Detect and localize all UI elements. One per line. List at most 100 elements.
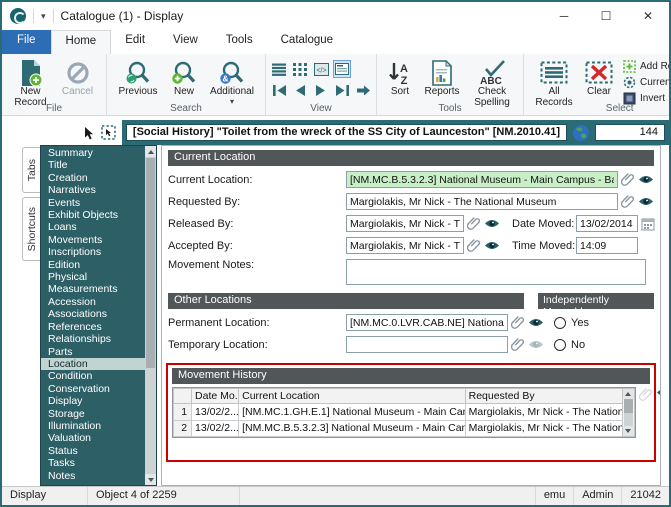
view-attachment-eye-icon[interactable] (528, 317, 544, 328)
additional-search-button[interactable]: & Additional ▾ (204, 57, 260, 106)
time-moved-field[interactable] (576, 237, 638, 254)
date-moved-field[interactable] (576, 215, 638, 232)
sidebar-item-relationships[interactable]: Relationships (41, 333, 145, 345)
moveable-yes-option[interactable]: Yes (544, 316, 654, 329)
cell-requested-by[interactable]: Margiolakis, Mr Nick - The National M... (464, 403, 623, 421)
sidebar-item-illumination[interactable]: Illumination (41, 420, 145, 432)
tab-view[interactable]: View (159, 30, 212, 54)
previous-search-button[interactable]: Previous (112, 57, 164, 98)
new-search-button[interactable]: New (164, 57, 204, 98)
last-record-icon[interactable] (334, 82, 350, 98)
view-attachment-eye-icon[interactable] (656, 387, 660, 398)
scroll-up-icon[interactable] (145, 146, 156, 157)
grid-view-icon[interactable] (292, 61, 308, 77)
view-attachment-eye-icon[interactable] (484, 218, 500, 229)
sidebar-item-edition[interactable]: Edition (41, 259, 145, 271)
table-row[interactable]: 1 13/02/2... [NM.MC.1.GH.E.1] National M… (172, 403, 635, 421)
list-view-icon[interactable] (271, 61, 287, 77)
attachment-icon[interactable] (467, 238, 481, 253)
previous-record-icon[interactable] (292, 82, 308, 98)
attachment-icon[interactable] (467, 216, 481, 231)
vertical-tab-tabs[interactable]: Tabs (22, 147, 40, 193)
view-attachment-eye-icon[interactable] (638, 196, 654, 207)
new-record-button[interactable]: New Record (7, 57, 54, 109)
view-attachment-eye-icon[interactable] (638, 174, 654, 185)
select-mode-icon[interactable] (101, 125, 116, 140)
sidebar-item-parts[interactable]: Parts (41, 346, 145, 358)
sidebar-item-events[interactable]: Events (41, 197, 145, 209)
tab-edit[interactable]: Edit (111, 30, 159, 54)
first-record-icon[interactable] (271, 82, 287, 98)
column-header-requested-by[interactable]: Requested By (464, 387, 623, 405)
attachment-icon[interactable] (511, 337, 525, 352)
tab-file[interactable]: File (2, 30, 51, 54)
sidebar-item-accession[interactable]: Accession (41, 296, 145, 308)
column-header-date-moved[interactable]: Date Mo... (191, 387, 240, 405)
check-spelling-button[interactable]: ABC Check Spelling (466, 57, 518, 109)
sidebar-item-references[interactable]: References (41, 321, 145, 333)
attachment-icon[interactable] (511, 315, 525, 330)
movement-history-table[interactable]: Date Mo... Current Location Requested By (172, 387, 636, 438)
tab-home[interactable]: Home (50, 30, 112, 54)
sidebar-scrollbar[interactable] (145, 146, 156, 485)
sidebar-item-storage[interactable]: Storage (41, 408, 145, 420)
reports-button[interactable]: Reports (418, 57, 466, 98)
cell-date-moved[interactable]: 13/02/2... (191, 419, 240, 438)
minimize-button[interactable]: ─ (543, 2, 585, 30)
sidebar-item-conservation[interactable]: Conservation (41, 383, 145, 395)
calendar-icon[interactable] (641, 217, 655, 231)
sidebar-item-narratives[interactable]: Narratives (41, 184, 145, 196)
sidebar-item-condition[interactable]: Condition (41, 370, 145, 382)
sidebar-item-location[interactable]: Location (41, 357, 145, 371)
scroll-down-icon[interactable] (145, 474, 156, 485)
sidebar-item-display[interactable]: Display (41, 395, 145, 407)
sidebar-item-loans[interactable]: Loans (41, 221, 145, 233)
globe-icon[interactable] (572, 124, 590, 142)
tab-catalogue[interactable]: Catalogue (267, 30, 347, 54)
sort-button[interactable]: AZ Sort (382, 57, 418, 98)
all-records-button[interactable]: All Records (529, 57, 579, 109)
close-button[interactable]: ✕ (627, 2, 669, 30)
released-by-field[interactable] (346, 215, 464, 232)
sidebar-item-physical[interactable]: Physical (41, 271, 145, 283)
permanent-location-field[interactable] (346, 314, 508, 331)
table-scroll-down-icon[interactable] (623, 426, 634, 436)
tab-tools[interactable]: Tools (212, 30, 267, 54)
table-scroll-up-icon[interactable] (623, 389, 634, 399)
scrollbar-thumb[interactable] (146, 158, 155, 368)
goto-record-icon[interactable] (355, 82, 371, 98)
current-record-button[interactable]: Current Record (623, 76, 669, 89)
code-view-icon[interactable]: </> (313, 61, 329, 77)
pointer-tool-icon[interactable] (83, 126, 95, 140)
sidebar-item-movements[interactable]: Movements (41, 234, 145, 246)
details-view-icon[interactable] (333, 60, 351, 78)
quick-access-dropdown-icon[interactable]: ▾ (41, 11, 46, 21)
current-location-field[interactable] (346, 171, 618, 188)
sidebar-item-summary[interactable]: Summary (41, 147, 145, 159)
sidebar-item-valuation[interactable]: Valuation (41, 432, 145, 444)
sidebar-item-notes[interactable]: Notes (41, 470, 145, 482)
cell-current-location[interactable]: [NM.MC.B.5.3.2.3] National Museum - Main… (238, 419, 466, 438)
sidebar-item-measurements[interactable]: Measurements (41, 283, 145, 295)
column-header-current-location[interactable]: Current Location (238, 387, 466, 405)
sidebar-item-creation[interactable]: Creation (41, 172, 145, 184)
cell-current-location[interactable]: [NM.MC.1.GH.E.1] National Museum - Main … (238, 403, 466, 421)
view-attachment-eye-icon[interactable] (484, 240, 500, 251)
cell-requested-by[interactable]: Margiolakis, Mr Nick - The National M... (464, 419, 623, 438)
moveable-no-option[interactable]: No (544, 338, 654, 351)
vertical-tab-shortcuts[interactable]: Shortcuts (22, 197, 40, 261)
next-record-icon[interactable] (313, 82, 329, 98)
sidebar-item-status[interactable]: Status (41, 445, 145, 457)
sidebar-item-associations[interactable]: Associations (41, 308, 145, 320)
maximize-button[interactable]: ☐ (585, 2, 627, 30)
column-header-rownum[interactable] (172, 387, 193, 405)
moveable-no-radio[interactable] (554, 338, 566, 351)
requested-by-field[interactable] (346, 193, 618, 210)
movement-notes-field[interactable] (346, 259, 646, 285)
table-row[interactable]: 2 13/02/2... [NM.MC.B.5.3.2.3] National … (172, 419, 635, 438)
add-record-button[interactable]: Add Record (623, 60, 669, 73)
clear-selection-button[interactable]: Clear (579, 57, 619, 98)
cell-date-moved[interactable]: 13/02/2... (191, 403, 240, 421)
moveable-yes-radio[interactable] (554, 316, 566, 329)
sidebar-item-title[interactable]: Title (41, 159, 145, 171)
